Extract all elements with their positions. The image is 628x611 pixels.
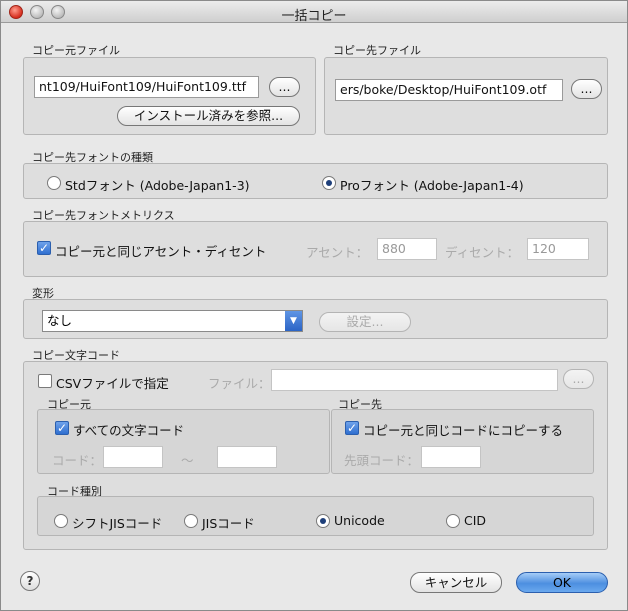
csv-browse-button[interactable]: ...	[563, 369, 594, 389]
chevron-down-icon: ▼	[285, 311, 302, 331]
ok-button[interactable]: OK	[516, 572, 608, 593]
code-range-tilde: 〜	[181, 453, 194, 468]
std-font-radio[interactable]	[47, 176, 61, 190]
source-file-group: nt109/HuiFont109/HuiFont109.ttf ... インスト…	[23, 57, 316, 135]
csv-checkbox[interactable]	[38, 374, 52, 388]
code-label: コード：	[52, 453, 103, 468]
jis-label: JISコード	[202, 516, 255, 531]
std-font-label: Stdフォント (Adobe-Japan1-3)	[65, 178, 250, 193]
dest-file-label: コピー先ファイル	[333, 44, 421, 57]
font-type-group: Stdフォント (Adobe-Japan1-3) Proフォント (Adobe-…	[23, 163, 608, 199]
cancel-button[interactable]: キャンセル	[410, 572, 502, 593]
code-from-field[interactable]	[103, 446, 163, 468]
ascent-label: アセント：	[306, 245, 369, 260]
char-code-group: CSVファイルで指定 ファイル： ... コピー元 ✓ すべての文字コード コー…	[23, 361, 608, 550]
metrics-group: ✓ コピー元と同じアセント・ディセント アセント： 880 ディセント： 120	[23, 221, 608, 277]
unicode-radio[interactable]	[316, 514, 330, 528]
transform-selected-value: なし	[47, 313, 73, 328]
same-ascent-descent-checkbox[interactable]: ✓	[37, 241, 51, 255]
transform-select[interactable]: なし ▼	[42, 310, 303, 332]
dest-file-path[interactable]: ers/boke/Desktop/HuiFont109.otf	[335, 79, 563, 101]
unicode-label: Unicode	[334, 513, 385, 528]
same-code-checkbox[interactable]: ✓	[345, 421, 359, 435]
csv-label: CSVファイルで指定	[56, 376, 169, 391]
ascent-field[interactable]: 880	[377, 238, 437, 260]
shift-jis-radio[interactable]	[54, 514, 68, 528]
pro-font-radio[interactable]	[322, 176, 336, 190]
same-code-label: コピー元と同じコードにコピーする	[363, 423, 564, 438]
title-bar: 一括コピー	[1, 1, 627, 24]
csv-file-label: ファイル：	[208, 376, 271, 391]
descent-label: ディセント：	[445, 245, 520, 260]
source-code-group: ✓ すべての文字コード コード： 〜	[37, 409, 330, 474]
descent-field[interactable]: 120	[527, 238, 589, 260]
transform-settings-button[interactable]: 設定...	[319, 312, 411, 332]
same-ascent-descent-label: コピー元と同じアセント・ディセント	[55, 244, 267, 259]
source-file-path[interactable]: nt109/HuiFont109/HuiFont109.ttf	[34, 76, 259, 98]
pro-font-label: Proフォント (Adobe-Japan1-4)	[340, 178, 524, 193]
dest-code-group: ✓ コピー元と同じコードにコピーする 先頭コード：	[331, 409, 594, 474]
help-button[interactable]: ?	[20, 571, 40, 591]
start-code-label: 先頭コード：	[344, 453, 420, 468]
cid-label: CID	[464, 513, 487, 528]
code-type-group: シフトJISコード JISコード Unicode CID	[37, 496, 594, 536]
all-codes-checkbox[interactable]: ✓	[55, 421, 69, 435]
dest-file-group: ers/boke/Desktop/HuiFont109.otf ...	[324, 57, 608, 135]
source-browse-button[interactable]: ...	[269, 77, 300, 97]
csv-file-field[interactable]	[271, 369, 558, 391]
transform-group: なし ▼ 設定...	[23, 299, 608, 339]
jis-radio[interactable]	[184, 514, 198, 528]
window-title: 一括コピー	[281, 9, 347, 24]
code-to-field[interactable]	[217, 446, 277, 468]
batch-copy-dialog: 一括コピー コピー元ファイル nt109/HuiFont109/HuiFont1…	[0, 0, 628, 611]
browse-installed-button[interactable]: インストール済みを参照...	[117, 106, 300, 126]
shift-jis-label: シフトJISコード	[72, 516, 163, 531]
all-codes-label: すべての文字コード	[73, 423, 185, 438]
start-code-field[interactable]	[421, 446, 481, 468]
cid-radio[interactable]	[446, 514, 460, 528]
source-file-label: コピー元ファイル	[32, 44, 120, 57]
dest-browse-button[interactable]: ...	[571, 79, 602, 99]
